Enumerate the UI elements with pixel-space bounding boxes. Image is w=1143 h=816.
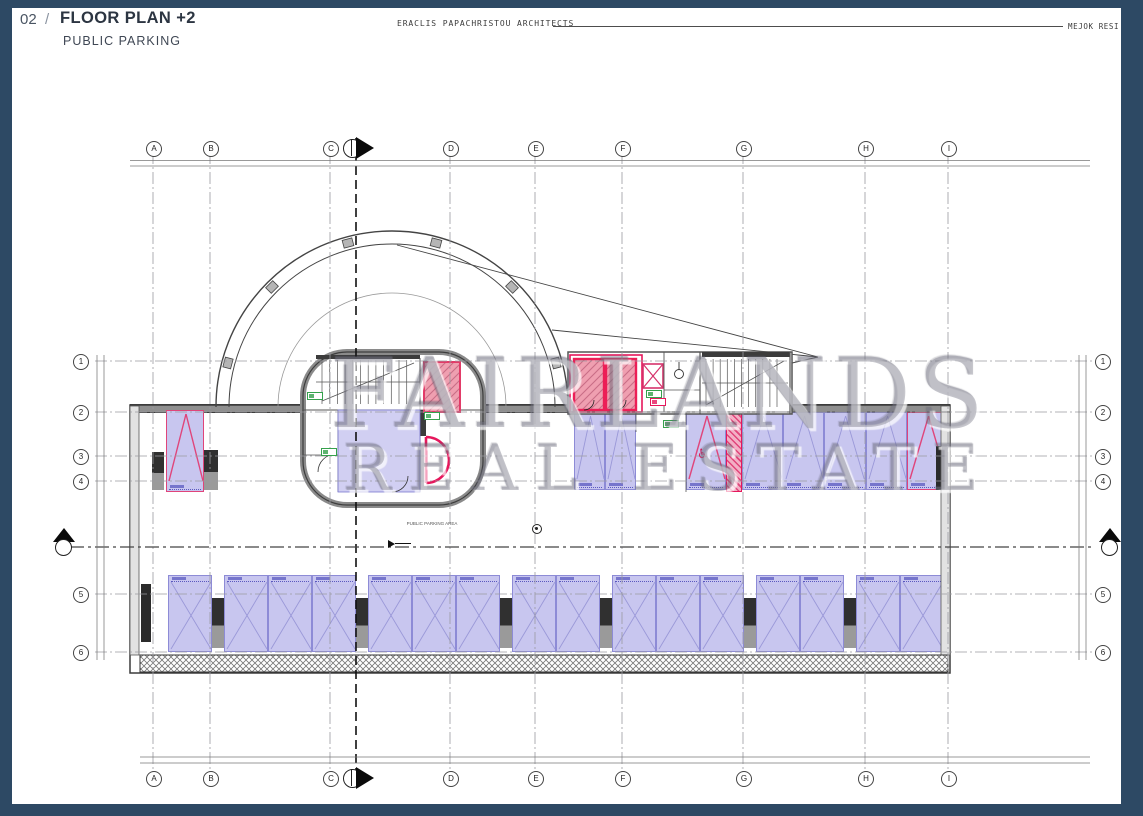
grid-marker-col-I-top: I: [941, 141, 957, 157]
project-name: MEJOK RESI: [1068, 22, 1121, 31]
page-border-bottom: [0, 804, 1143, 816]
grid-marker-col-G-top: G: [736, 141, 752, 157]
grid-marker-col-B-top: B: [203, 141, 219, 157]
grid-marker-row-5-left: 5: [73, 587, 89, 603]
grid-marker-col-H-top: H: [858, 141, 874, 157]
level-marker-icon: [388, 540, 395, 548]
door-tag-green: [424, 412, 440, 420]
grid-marker-col-B-bottom: B: [203, 771, 219, 787]
grid-marker-row-4-left: 4: [73, 474, 89, 490]
door-tag-green: [307, 392, 323, 400]
sheet-subtitle: PUBLIC PARKING: [63, 34, 181, 48]
grid-marker-row-6-left: 6: [73, 645, 89, 661]
grid-marker-row-3-right: 3: [1095, 449, 1111, 465]
door-tag-green: [646, 390, 662, 398]
grid-marker-row-1-right: 1: [1095, 354, 1111, 370]
grid-marker-col-C-bottom: C: [323, 771, 339, 787]
sheet-separator: /: [45, 11, 49, 28]
grid-marker-row-3-left: 3: [73, 449, 89, 465]
header-rule: [553, 26, 1063, 27]
grid-marker-col-H-bottom: H: [858, 771, 874, 787]
grid-marker-row-2-left: 2: [73, 405, 89, 421]
survey-point-icon: [532, 524, 542, 534]
grid-marker-col-I-bottom: I: [941, 771, 957, 787]
grid-marker-col-D-top: D: [443, 141, 459, 157]
level-marker-line: [395, 543, 411, 544]
page-border-right: [1121, 0, 1143, 816]
grid-marker-col-C-top: C: [323, 141, 339, 157]
grid-marker-row-4-right: 4: [1095, 474, 1111, 490]
architect-name: ERACLIS PAPACHRISTOU ARCHITECTS: [397, 19, 574, 28]
grid-marker-row-5-right: 5: [1095, 587, 1111, 603]
page-border-left: [0, 0, 12, 816]
grid-marker-col-G-bottom: G: [736, 771, 752, 787]
area-note: PUBLIC PARKING AREA: [352, 521, 512, 527]
grid-marker-col-F-bottom: F: [615, 771, 631, 787]
grid-marker-row-2-right: 2: [1095, 405, 1111, 421]
grid-marker-col-A-top: A: [146, 141, 162, 157]
grid-marker-col-E-bottom: E: [528, 771, 544, 787]
drawing-sheet: 02 / FLOOR PLAN +2 PUBLIC PARKING ERACLI…: [0, 0, 1143, 816]
sheet-number: 02: [20, 11, 37, 28]
grid-marker-col-E-top: E: [528, 141, 544, 157]
door-tag-red: [650, 398, 666, 406]
grid-marker-col-F-top: F: [615, 141, 631, 157]
grid-marker-row-1-left: 1: [73, 354, 89, 370]
grid-marker-row-6-right: 6: [1095, 645, 1111, 661]
grid-marker-col-D-bottom: D: [443, 771, 459, 787]
page-border-top: [0, 0, 1143, 8]
plan-tags-layer: [0, 0, 1143, 816]
door-tag-green: [321, 448, 337, 456]
door-tag-green: [663, 420, 679, 428]
grid-marker-col-A-bottom: A: [146, 771, 162, 787]
sheet-title: FLOOR PLAN +2: [60, 9, 196, 28]
